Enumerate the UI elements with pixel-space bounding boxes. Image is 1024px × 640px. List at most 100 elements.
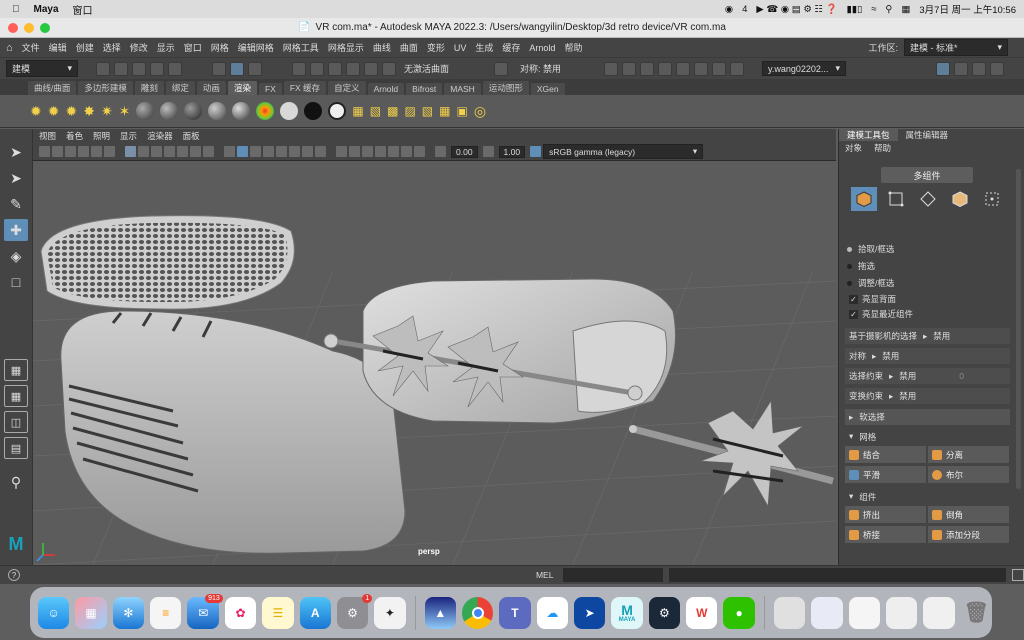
wps-icon[interactable]: W: [686, 596, 718, 629]
radio-pick-marquee[interactable]: 拾取/框选: [847, 243, 894, 255]
render-settings-icon[interactable]: [658, 61, 672, 76]
search-icon[interactable]: ⚲: [4, 471, 28, 493]
control-center-icon[interactable]: ▦: [901, 4, 910, 15]
menu-deform[interactable]: 变形: [427, 41, 445, 54]
xray-components-icon[interactable]: [414, 146, 425, 157]
close-window-button[interactable]: [8, 23, 18, 33]
new-scene-icon[interactable]: [96, 61, 110, 76]
shelf-tab-bifrost[interactable]: Bifrost: [406, 83, 443, 95]
snap-plane-icon[interactable]: [346, 61, 360, 76]
subtab-object[interactable]: 对象: [845, 142, 862, 154]
shelf-tab-custom[interactable]: 自定义: [328, 81, 366, 95]
redo-icon[interactable]: [168, 61, 182, 76]
app-store-icon[interactable]: A: [299, 596, 331, 629]
undo-icon[interactable]: [150, 61, 164, 76]
material-sphere-icon[interactable]: [184, 102, 203, 120]
shelf-tab-xgen[interactable]: XGen: [530, 83, 565, 95]
menu-generate[interactable]: 生成: [475, 41, 493, 54]
field-chart-icon[interactable]: [177, 146, 188, 157]
hypershade-icon[interactable]: [676, 61, 690, 76]
check-highlight-backfaces[interactable]: ✓ 亮显背面: [849, 293, 896, 305]
snap-grid-icon[interactable]: [292, 61, 306, 76]
anti-alias-icon[interactable]: [349, 146, 360, 157]
menuset-dropdown[interactable]: 建模 ▾: [6, 60, 78, 77]
render-frame-icon[interactable]: [622, 61, 636, 76]
combine-button[interactable]: 结合: [845, 446, 926, 463]
menu-modify[interactable]: 修改: [130, 41, 148, 54]
clock[interactable]: 3月7日 周一 上午10:56: [919, 2, 1016, 16]
tool-settings-icon[interactable]: [972, 61, 986, 76]
recent-window-thumbnail[interactable]: [885, 596, 918, 629]
menu-mesh[interactable]: 网格: [211, 41, 229, 54]
soft-select-section[interactable]: ▸ 软选择: [845, 409, 1010, 425]
finder-icon[interactable]: ☺: [38, 596, 70, 629]
radio-tweak-marquee[interactable]: 调整/框选: [847, 277, 894, 289]
status-icons[interactable]: ▶ ☎ ◉ ▤ ⚙ ☷ ❓: [756, 4, 837, 15]
zbrush-icon[interactable]: ✦: [374, 596, 406, 629]
system-preferences-icon[interactable]: ⚙ 1: [336, 593, 373, 629]
xray-joints-icon[interactable]: [401, 146, 412, 157]
light-icon[interactable]: ✶: [119, 103, 131, 120]
script-editor-icon[interactable]: [1012, 569, 1024, 581]
select-tool-icon[interactable]: ➤: [4, 141, 28, 163]
bevel-button[interactable]: 倒角: [928, 506, 1009, 523]
trash-icon[interactable]: 🗑: [961, 597, 992, 629]
color-management-icon[interactable]: [530, 146, 542, 157]
safe-action-icon[interactable]: [190, 146, 201, 157]
reminders-icon[interactable]: ≡: [150, 596, 182, 629]
side-layout-icon[interactable]: ◫: [4, 411, 28, 433]
light-icon[interactable]: ✹: [30, 103, 42, 120]
menu-create[interactable]: 创建: [76, 41, 94, 54]
menu-file[interactable]: 文件: [22, 41, 40, 54]
white-sphere-icon[interactable]: [328, 102, 347, 120]
render-tool-icon[interactable]: ▣: [456, 104, 467, 118]
shelf-tab-arnold[interactable]: Arnold: [367, 83, 405, 95]
tab-modeling-toolkit[interactable]: 建模工具包: [839, 129, 898, 141]
extrude-button[interactable]: 挤出: [845, 506, 926, 523]
arnold-pause-icon[interactable]: [730, 61, 744, 76]
recent-window-thumbnail[interactable]: [811, 596, 843, 629]
channel-box-icon[interactable]: [990, 61, 1004, 76]
snap-live-icon[interactable]: [382, 61, 396, 76]
vp-menu-view[interactable]: 视图: [39, 130, 56, 142]
apple-icon[interactable]: : [12, 4, 20, 15]
target-icon[interactable]: ◎: [474, 103, 486, 120]
scale-tool-icon[interactable]: □: [4, 271, 28, 293]
recent-window-thumbnail[interactable]: [848, 596, 880, 629]
tab-attribute-editor[interactable]: 属性编辑器: [898, 129, 957, 141]
cloud-app-icon[interactable]: ☁: [536, 596, 569, 629]
ipr-render-icon[interactable]: [640, 61, 654, 76]
render-tool-icon[interactable]: ▦: [439, 104, 450, 118]
render-tool-icon[interactable]: ▦: [352, 104, 363, 118]
light-icon[interactable]: ✹: [65, 103, 77, 120]
arnold-ipr-icon[interactable]: [712, 61, 726, 76]
open-scene-icon[interactable]: [114, 61, 128, 76]
menu-window[interactable]: 窗口: [184, 41, 202, 54]
render-tool-icon[interactable]: ▧: [422, 104, 433, 118]
2d-pan-icon[interactable]: [91, 146, 102, 157]
steam-icon[interactable]: ⚙: [648, 596, 681, 629]
camera-based-selection-row[interactable]: 基于摄影机的选择 ▸ 禁用: [845, 328, 1010, 344]
film-gate-icon[interactable]: [138, 146, 149, 157]
home-icon[interactable]: ⌂: [6, 42, 13, 54]
paint-select-icon[interactable]: ✎: [4, 193, 28, 215]
vp-menu-renderer[interactable]: 渲染器: [147, 130, 173, 142]
symmetry-status[interactable]: 对称: 禁用: [520, 62, 600, 75]
maya-dock-icon[interactable]: M MAYA: [611, 596, 643, 629]
app-menu[interactable]: Maya: [34, 4, 59, 15]
search-icon[interactable]: ⚲: [885, 4, 892, 15]
vp-menu-panels[interactable]: 面板: [183, 130, 200, 142]
arnold-render-icon[interactable]: [694, 61, 708, 76]
menu-curves[interactable]: 曲线: [373, 41, 391, 54]
launchpad-icon[interactable]: ▦: [75, 596, 107, 629]
grid-toggle-icon[interactable]: [125, 146, 136, 157]
single-pane-layout-icon[interactable]: ▦: [4, 359, 28, 381]
exposure-icon[interactable]: [435, 146, 446, 157]
xray-icon[interactable]: [388, 146, 399, 157]
image-plane-icon[interactable]: [78, 146, 89, 157]
ramp-material-icon[interactable]: [256, 102, 275, 120]
no-active-surface[interactable]: 无激活曲面: [404, 62, 490, 75]
vertex-mode-icon[interactable]: [883, 187, 909, 211]
motion-blur-icon[interactable]: [336, 146, 347, 157]
ambient-occlusion-icon[interactable]: [315, 146, 326, 157]
